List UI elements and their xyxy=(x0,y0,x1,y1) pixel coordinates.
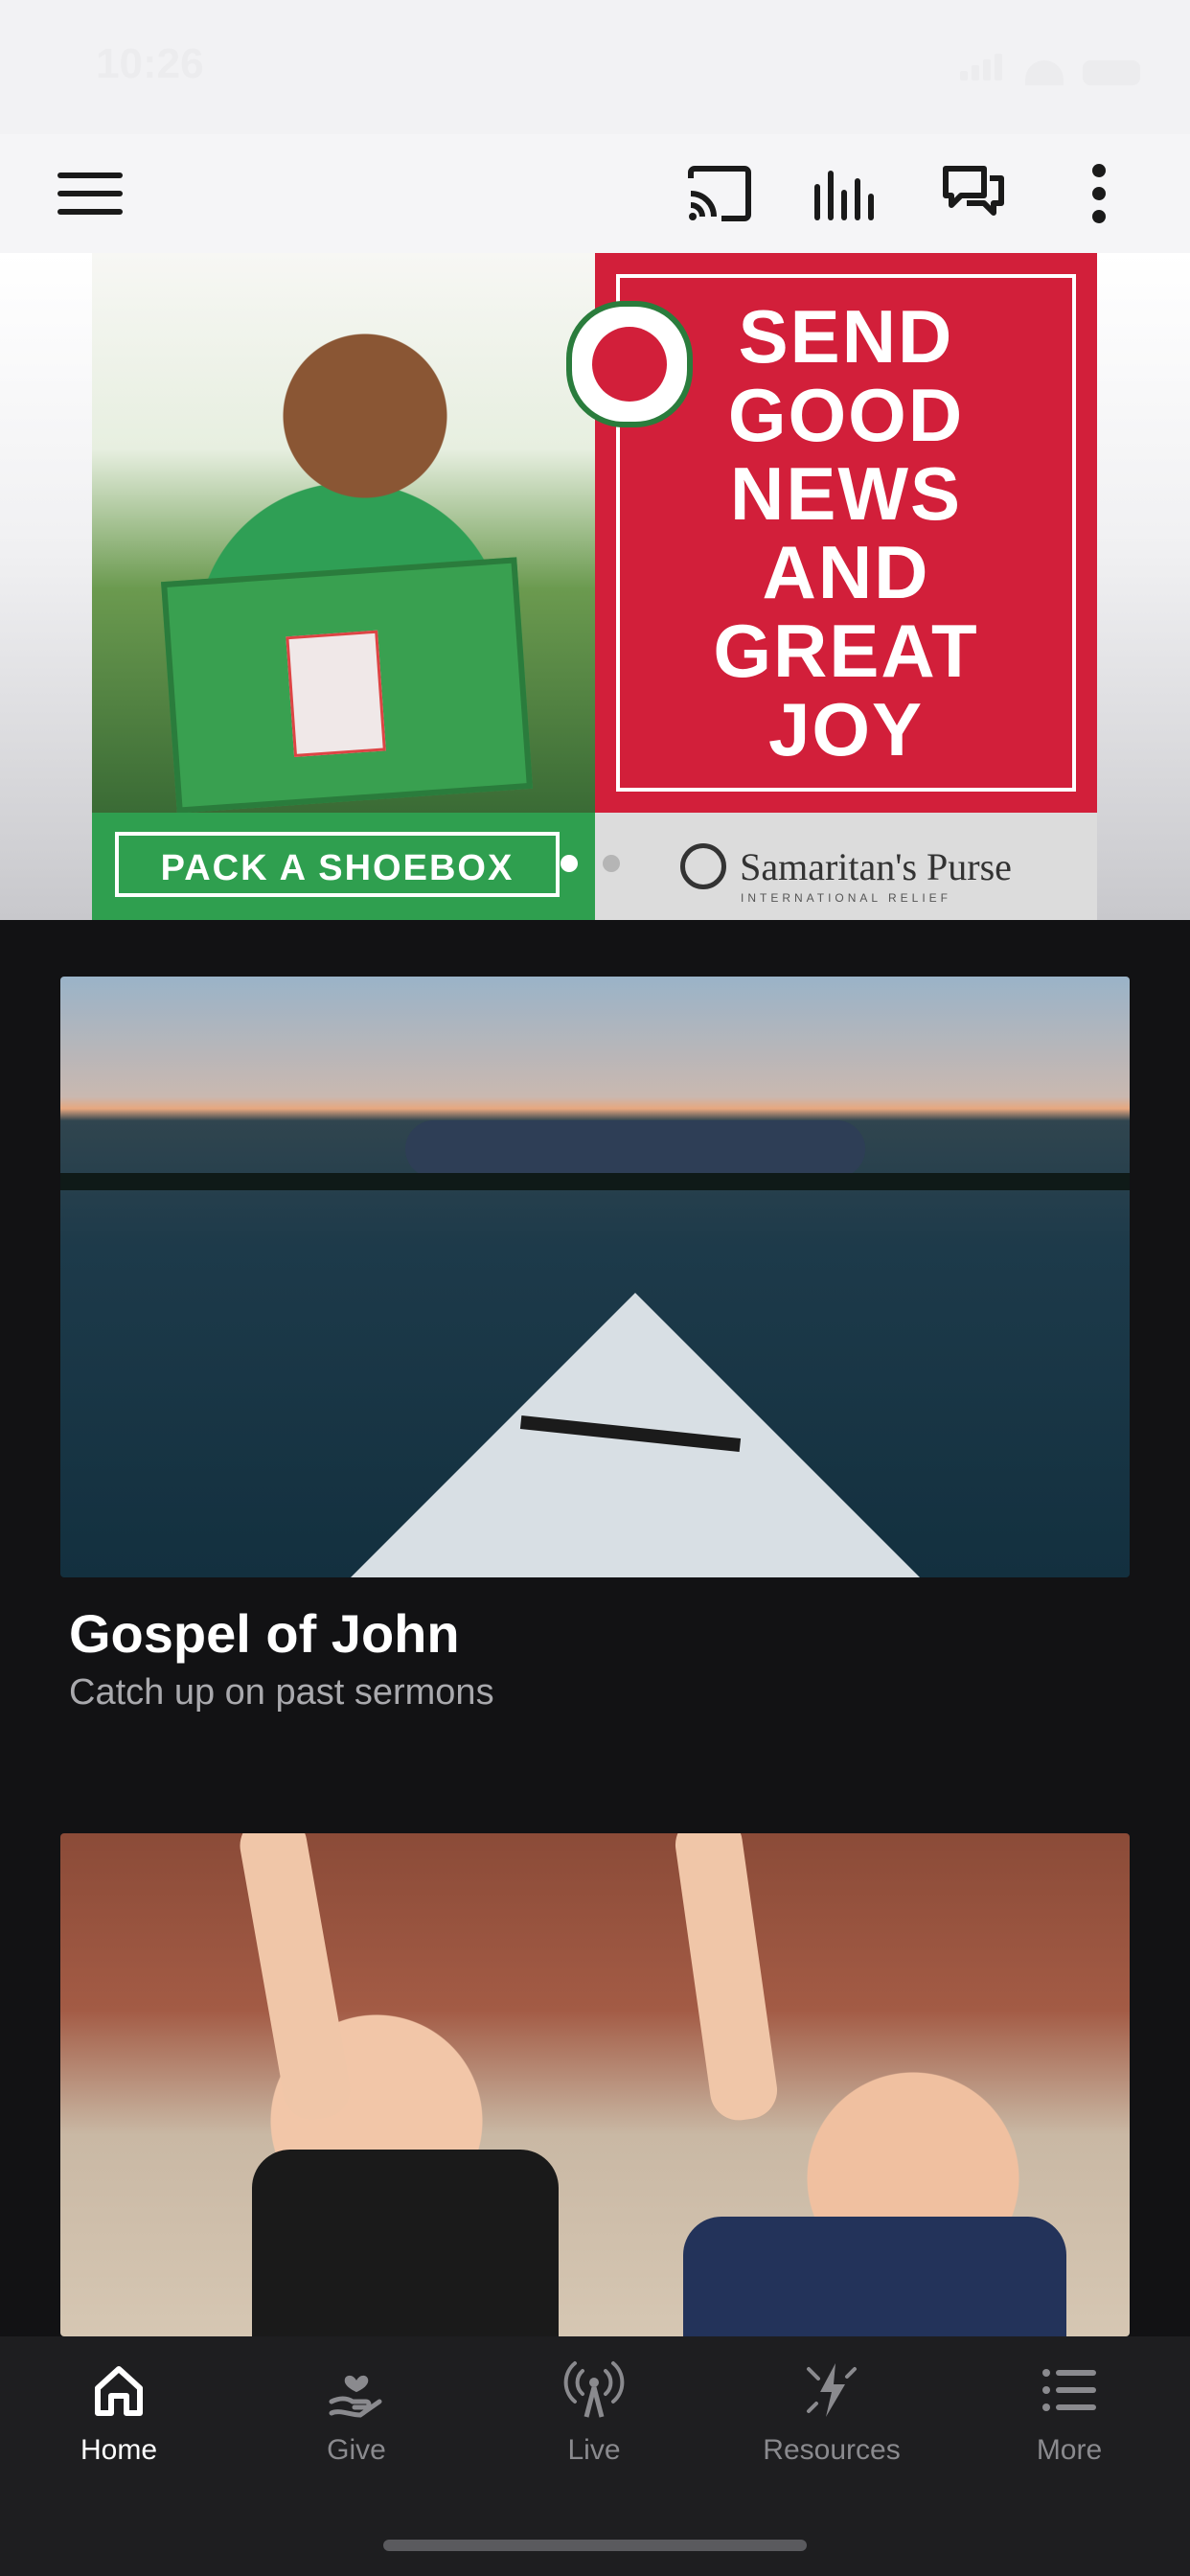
shoebox-image xyxy=(161,557,533,814)
home-indicator[interactable] xyxy=(383,2540,807,2551)
tab-home[interactable]: Home xyxy=(23,2359,215,2467)
tab-label: Live xyxy=(567,2434,621,2466)
cast-icon xyxy=(688,166,751,221)
tab-label: Give xyxy=(327,2434,386,2466)
status-icons xyxy=(960,54,1140,85)
tab-label: Resources xyxy=(763,2434,901,2466)
cast-button[interactable] xyxy=(681,155,758,232)
more-options-button[interactable] xyxy=(1061,155,1137,232)
menu-icon xyxy=(57,172,123,215)
chat-icon xyxy=(943,166,1004,216)
top-toolbar xyxy=(0,134,1190,253)
more-vertical-icon xyxy=(1092,164,1106,223)
card-image-kids-worship[interactable] xyxy=(60,1833,1130,2336)
tab-live[interactable]: Live xyxy=(498,2359,690,2467)
signal-icon xyxy=(960,54,1006,85)
tab-label: More xyxy=(1036,2434,1103,2466)
audio-button[interactable] xyxy=(808,155,884,232)
tab-resources[interactable]: Resources xyxy=(736,2359,927,2467)
home-icon xyxy=(95,2366,143,2416)
card-image-gospel-of-john[interactable] xyxy=(60,977,1130,1577)
banner-headline: SEND GOOD NEWS AND GREAT JOY xyxy=(713,294,979,771)
card-subtitle: Catch up on past sermons xyxy=(69,1672,494,1713)
broadcast-icon xyxy=(563,2361,625,2418)
carousel-pagination xyxy=(561,855,620,872)
promo-banner-carousel[interactable]: SEND GOOD NEWS AND GREAT JOY PACK A SHOE… xyxy=(0,253,1190,920)
status-bar: 10:26 xyxy=(0,0,1190,134)
chat-button[interactable] xyxy=(935,155,1012,232)
banner-brand-panel: Samaritan's Purse INTERNATIONAL RELIEF xyxy=(595,813,1097,920)
tab-give[interactable]: Give xyxy=(261,2359,452,2467)
banner-photo xyxy=(92,253,595,814)
samaritans-purse-logo-icon xyxy=(680,843,727,889)
audio-icon xyxy=(814,171,874,220)
wifi-icon xyxy=(1025,60,1064,85)
operation-christmas-child-logo xyxy=(566,301,693,427)
banner-cta-panel: PACK A SHOEBOX xyxy=(92,813,595,920)
banner-cta: PACK A SHOEBOX xyxy=(115,832,560,897)
battery-icon xyxy=(1083,60,1140,85)
tab-more[interactable]: More xyxy=(973,2359,1165,2467)
brand-subtitle: INTERNATIONAL RELIEF xyxy=(740,891,952,905)
brand-name: Samaritan's Purse xyxy=(740,844,1012,888)
carousel-dot-2[interactable] xyxy=(603,855,620,872)
give-icon xyxy=(329,2375,382,2418)
status-time: 10:26 xyxy=(96,40,204,87)
card-title[interactable]: Gospel of John xyxy=(69,1602,460,1665)
list-icon xyxy=(1042,2369,1096,2411)
carousel-dot-1[interactable] xyxy=(561,855,578,872)
banner-red-panel: SEND GOOD NEWS AND GREAT JOY xyxy=(566,253,1097,813)
tab-label: Home xyxy=(80,2434,158,2466)
resources-icon xyxy=(807,2363,857,2417)
menu-button[interactable] xyxy=(52,155,128,232)
